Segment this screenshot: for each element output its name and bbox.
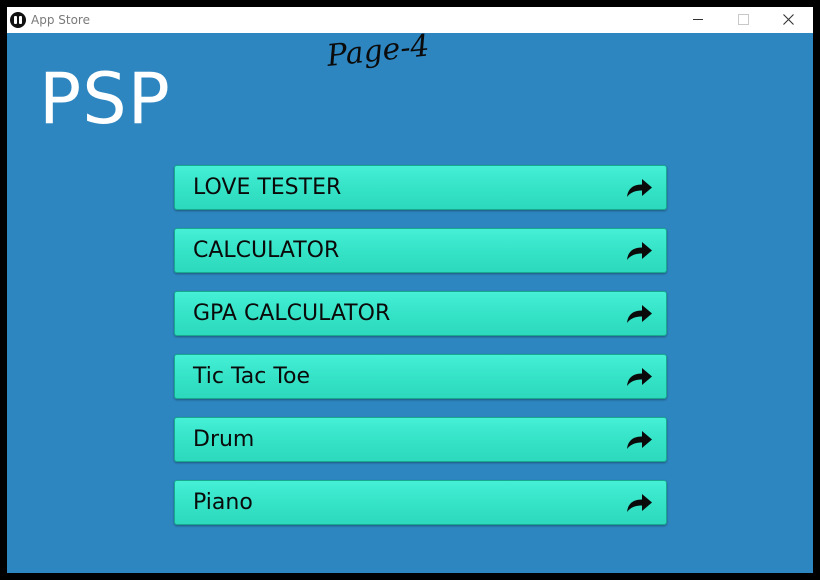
minimize-button[interactable] [676,7,720,33]
tic-tac-toe-button[interactable]: Tic Tac Toe [174,354,667,399]
piano-button[interactable]: Piano [174,480,667,525]
share-arrow-icon [627,494,652,512]
calculator-button[interactable]: CALCULATOR [174,228,667,273]
window-title: App Store [31,13,90,27]
share-arrow-icon [627,305,652,323]
love-tester-button[interactable]: LOVE TESTER [174,165,667,210]
app-button-label: Tic Tac Toe [193,364,311,389]
maximize-icon [738,14,749,25]
brand-title: PSP [39,58,171,140]
app-button-label: Drum [193,427,255,452]
minimize-icon [693,19,703,20]
page-label: Page-4 [325,28,432,74]
close-icon [783,14,794,25]
app-list: LOVE TESTER CALCULATOR GPA CALCULATOR Ti… [174,165,667,543]
app-button-label: Piano [193,490,253,515]
app-icon [10,12,26,28]
app-window: App Store PSP Page-4 LOVE TESTER CALCULA… [7,7,813,573]
share-arrow-icon [627,368,652,386]
app-button-label: CALCULATOR [193,238,340,263]
maximize-button[interactable] [721,7,765,33]
share-arrow-icon [627,242,652,260]
share-arrow-icon [627,179,652,197]
close-button[interactable] [766,7,810,33]
app-button-label: GPA CALCULATOR [193,301,391,326]
gpa-calculator-button[interactable]: GPA CALCULATOR [174,291,667,336]
drum-button[interactable]: Drum [174,417,667,462]
app-button-label: LOVE TESTER [193,175,342,200]
share-arrow-icon [627,431,652,449]
